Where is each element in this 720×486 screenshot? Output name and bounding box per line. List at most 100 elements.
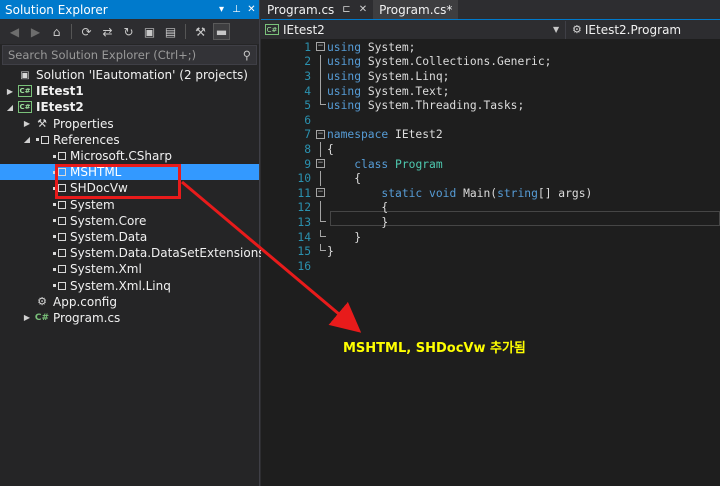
properties-wrench-icon[interactable]: ⚒ bbox=[192, 23, 209, 40]
back-icon[interactable]: ◀ bbox=[6, 23, 23, 40]
code-token: { bbox=[327, 172, 362, 186]
line-number: 16 bbox=[297, 259, 311, 273]
outline-margin bbox=[311, 244, 327, 259]
keyword-token: using bbox=[327, 40, 362, 54]
collapse-arrow-icon[interactable]: ◢ bbox=[4, 103, 16, 112]
tree-item-label: App.config bbox=[53, 294, 117, 309]
tree-item[interactable]: Microsoft.CSharp bbox=[0, 148, 259, 164]
reference-icon bbox=[52, 263, 66, 275]
line-number: 6 bbox=[304, 113, 311, 127]
keyword-token: void bbox=[429, 186, 457, 200]
tree-item-label: Properties bbox=[53, 116, 114, 131]
code-token: Main( bbox=[456, 186, 498, 200]
code-token: } bbox=[327, 245, 334, 259]
outline-margin bbox=[311, 215, 327, 230]
tree-item[interactable]: ▶ ⚒ Properties bbox=[0, 116, 259, 132]
code-line: 15} bbox=[261, 244, 720, 259]
tree-item[interactable]: ▶ C# IEtest1 bbox=[0, 83, 259, 99]
csharp-project-icon: C# bbox=[18, 85, 32, 98]
tree-item[interactable]: System.Data bbox=[0, 229, 259, 245]
collapse-region-icon[interactable]: − bbox=[311, 157, 327, 172]
tree-item[interactable]: ◢ References bbox=[0, 132, 259, 148]
pin-icon[interactable]: ▾ bbox=[214, 4, 229, 15]
tree-item[interactable]: ⚙ App.config bbox=[0, 294, 259, 310]
tree-item[interactable]: System.Xml bbox=[0, 261, 259, 277]
code-token: IEtest2 bbox=[388, 128, 443, 142]
tree-item[interactable]: System.Core bbox=[0, 213, 259, 229]
reference-icon bbox=[35, 134, 49, 146]
outline-margin bbox=[311, 200, 327, 216]
show-all-files-icon[interactable]: ▤ bbox=[162, 23, 179, 40]
home-icon[interactable]: ⌂ bbox=[48, 23, 65, 40]
tree-item-label: IEtest1 bbox=[36, 84, 84, 99]
config-file-icon: ⚙ bbox=[37, 295, 47, 309]
preview-selected-items-icon[interactable]: ▬ bbox=[213, 23, 230, 40]
forward-icon[interactable]: ▶ bbox=[27, 23, 44, 40]
line-number: 12 bbox=[297, 201, 311, 215]
tree-item-label: System bbox=[70, 197, 115, 212]
line-number: 13 bbox=[297, 215, 311, 229]
keyword-token: using bbox=[327, 99, 362, 113]
refresh-icon[interactable]: ↻ bbox=[120, 23, 137, 40]
collapse-region-icon[interactable]: − bbox=[311, 40, 327, 55]
code-line: 16 bbox=[261, 259, 720, 274]
keyword-token: using bbox=[327, 55, 362, 69]
code-editor[interactable]: 1− using System; 2 using System.Collections… bbox=[261, 39, 720, 486]
solution-explorer-toolbar: ◀ ▶ ⌂ ⟳ ⇄ ↻ ▣ ▤ ⚒ ▬ bbox=[0, 19, 259, 44]
line-number: 10 bbox=[297, 172, 311, 186]
auto-hide-icon[interactable]: ⊥ bbox=[229, 4, 244, 15]
code-token: { bbox=[327, 201, 389, 215]
search-solution-explorer-input[interactable]: Search Solution Explorer (Ctrl+;) ⚲ bbox=[2, 45, 257, 65]
collapse-region-icon[interactable]: − bbox=[311, 186, 327, 201]
line-number: 5 bbox=[304, 99, 311, 113]
expand-arrow-icon[interactable]: ▶ bbox=[21, 119, 33, 128]
search-icon[interactable]: ⚲ bbox=[238, 48, 256, 62]
expand-arrow-icon[interactable]: ▶ bbox=[21, 313, 33, 322]
pin-tab-icon[interactable]: ⊏ bbox=[342, 4, 350, 15]
pending-changes-filter-icon[interactable]: ⟳ bbox=[78, 23, 95, 40]
line-number: 9 bbox=[304, 157, 311, 171]
code-line: 4 using System.Text; bbox=[261, 83, 720, 99]
tree-item[interactable]: ◢ C# IEtest2 bbox=[0, 99, 259, 115]
solution-explorer-panel: Solution Explorer ▾ ⊥ ✕ ◀ ▶ ⌂ ⟳ ⇄ ↻ ▣ ▤ … bbox=[0, 0, 265, 486]
keyword-token: using bbox=[327, 69, 362, 83]
reference-icon bbox=[52, 150, 66, 162]
expand-arrow-icon[interactable]: ▶ bbox=[4, 87, 16, 96]
tree-item[interactable]: System.Data.DataSetExtensions bbox=[0, 245, 265, 261]
outline-margin bbox=[311, 54, 327, 70]
reference-icon bbox=[52, 247, 66, 259]
chevron-down-icon[interactable]: ▼ bbox=[553, 25, 565, 34]
tree-item[interactable]: ▣ Solution 'IEautomation' (2 projects) bbox=[0, 67, 259, 83]
code-token: { bbox=[327, 142, 334, 156]
tree-item-label: Solution 'IEautomation' (2 projects) bbox=[36, 68, 248, 83]
reference-icon bbox=[52, 231, 66, 243]
outline-margin bbox=[311, 69, 327, 84]
line-number: 4 bbox=[304, 84, 311, 98]
code-line: 12 { bbox=[261, 200, 720, 216]
collapse-region-icon[interactable]: − bbox=[311, 128, 327, 143]
member-dropdown[interactable]: ⚙ IEtest2.Program bbox=[566, 23, 681, 37]
tree-item-label: System.Core bbox=[70, 213, 147, 228]
project-dropdown[interactable]: C# IEtest2 ▼ bbox=[261, 20, 566, 39]
tree-item[interactable]: System.Xml.Linq bbox=[0, 277, 259, 293]
collapse-all-icon[interactable]: ▣ bbox=[141, 23, 158, 40]
tree-item[interactable]: ▶ C# Program.cs bbox=[0, 310, 259, 326]
close-icon[interactable]: ✕ bbox=[244, 4, 259, 15]
sync-icon[interactable]: ⇄ bbox=[99, 23, 116, 40]
tab-program-cs-modified[interactable]: Program.cs* bbox=[373, 0, 459, 19]
code-line: 2 using System.Collections.Generic; bbox=[261, 54, 720, 70]
outline-margin bbox=[311, 98, 327, 113]
line-number: 3 bbox=[304, 69, 311, 83]
code-line: 7− namespace IEtest2 bbox=[261, 128, 720, 143]
collapse-arrow-icon[interactable]: ◢ bbox=[21, 135, 33, 144]
document-tabs: Program.cs ⊏ ✕ Program.cs* bbox=[261, 0, 720, 19]
wrench-icon: ⚒ bbox=[37, 117, 47, 131]
tab-program-cs[interactable]: Program.cs ⊏ ✕ bbox=[261, 0, 373, 19]
code-token: System; bbox=[361, 40, 416, 54]
reference-icon bbox=[52, 199, 66, 211]
tree-item-label: IEtest2 bbox=[36, 100, 84, 115]
keyword-token: static bbox=[381, 186, 423, 200]
close-tab-icon[interactable]: ✕ bbox=[359, 4, 367, 15]
code-token: } bbox=[327, 230, 362, 244]
